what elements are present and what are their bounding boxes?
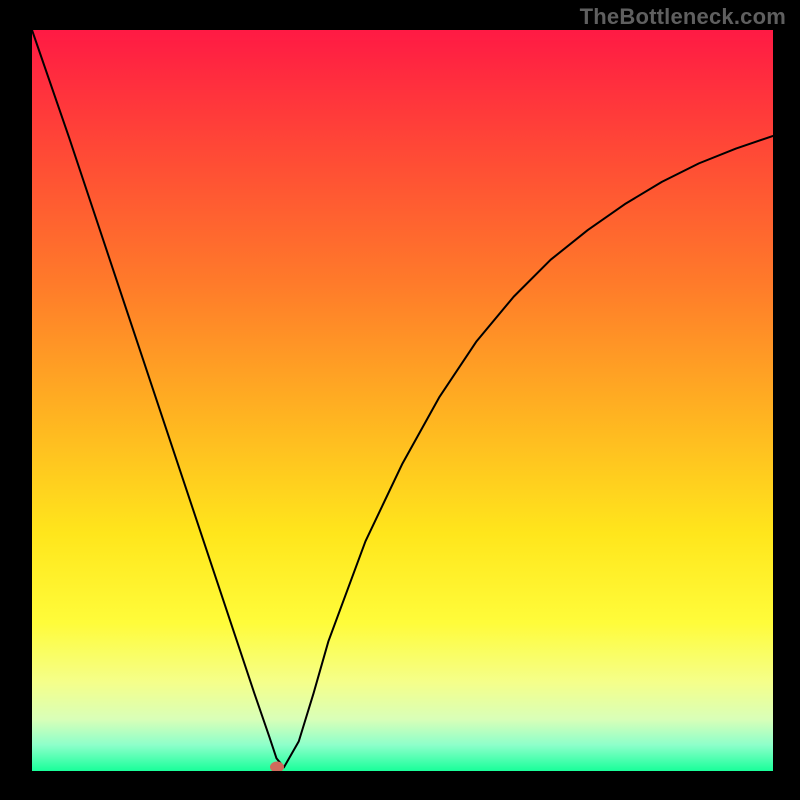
watermark-text: TheBottleneck.com bbox=[580, 4, 786, 30]
optimal-point-marker bbox=[270, 762, 284, 771]
chart-frame: TheBottleneck.com bbox=[0, 0, 800, 800]
bottleneck-curve bbox=[32, 30, 773, 771]
plot-area bbox=[32, 30, 773, 771]
